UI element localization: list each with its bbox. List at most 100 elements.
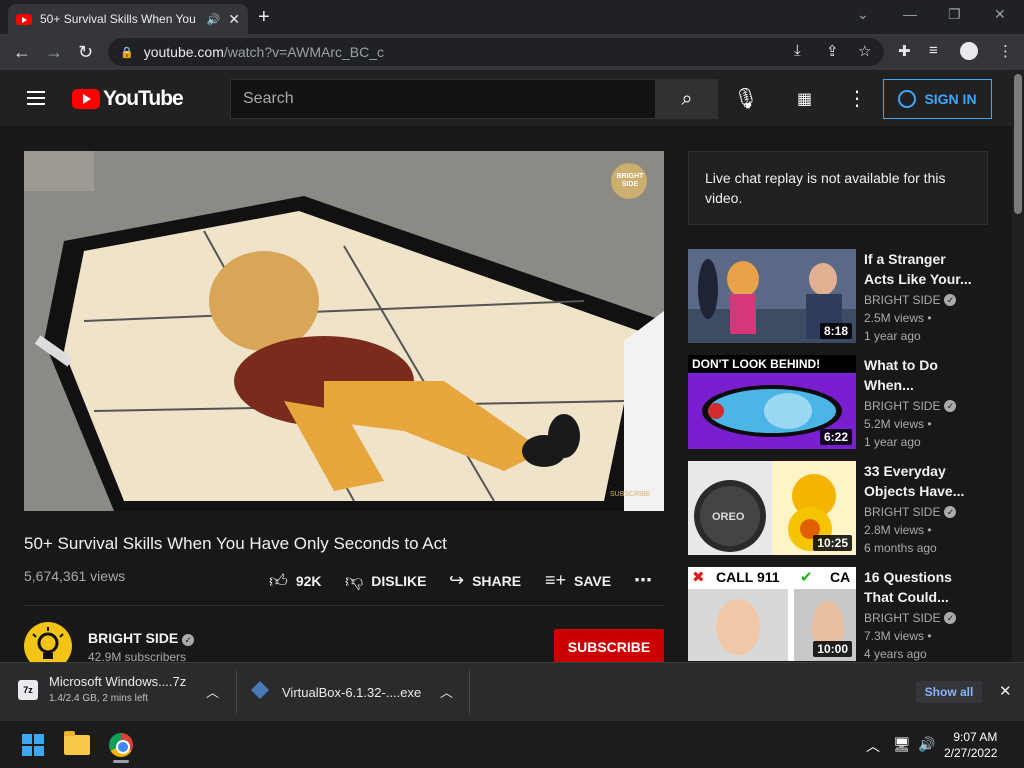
reload-icon[interactable]: ↻	[78, 42, 93, 63]
profile-avatar-icon[interactable]	[960, 42, 978, 60]
active-app-indicator	[113, 760, 129, 763]
thumbs-down-icon: 👎︎	[345, 571, 364, 591]
chrome-menu-icon[interactable]: ⋮	[998, 42, 1013, 60]
recommendation-age: 4 years ago	[864, 647, 927, 661]
channel-name[interactable]: BRIGHT SIDE ✓	[88, 630, 195, 646]
volume-icon[interactable]: 🔊	[918, 736, 935, 753]
download-filename: VirtualBox-6.1.32-....exe	[282, 685, 422, 700]
search-input[interactable]: Search	[230, 79, 656, 119]
recommendation-age: 1 year ago	[864, 435, 921, 449]
download-separator	[236, 670, 237, 714]
video-thumbnail[interactable]: ✖ CALL 911 ✔ CA 10:00	[688, 567, 856, 661]
video-player[interactable]: BRIGHT SIDE SUBSCRIBE	[24, 151, 664, 511]
install-icon[interactable]: ⤓	[794, 42, 801, 59]
thumbnail-caption: OREO	[712, 511, 745, 523]
minimize-icon[interactable]: —	[903, 6, 917, 22]
recommendation-item[interactable]: OREO 10:25 33 Everyday Objects Have... B…	[688, 461, 988, 557]
dislike-label: DISLIKE	[371, 573, 427, 589]
video-frame	[24, 151, 664, 511]
extensions-icon[interactable]: ✚	[898, 42, 911, 60]
audio-playing-icon[interactable]: 🔊	[207, 13, 221, 26]
subscribe-button[interactable]: SUBSCRIBE	[554, 629, 664, 665]
search-icon: ⌕	[681, 87, 693, 110]
archive-file-icon: 7z	[18, 680, 38, 700]
recommendation-item[interactable]: DON'T LOOK BEHIND! 6:22 What to Do When.…	[688, 355, 988, 451]
video-thumbnail[interactable]: OREO 10:25	[688, 461, 856, 555]
forward-icon[interactable]: →	[45, 42, 63, 63]
download-item[interactable]: VirtualBox-6.1.32-....exe ︿	[250, 672, 462, 712]
duration-badge: 6:22	[819, 429, 852, 445]
chevron-up-icon[interactable]: ︿	[440, 682, 453, 701]
recommendation-channel[interactable]: BRIGHT SIDE ✓	[864, 611, 957, 625]
recommendation-title[interactable]: If a Stranger Acts Like Your...	[864, 249, 974, 289]
windows-start-icon[interactable]	[22, 734, 44, 756]
live-chat-notice: Live chat replay is not available for th…	[688, 151, 988, 225]
recommendation-channel-name: BRIGHT SIDE	[864, 611, 941, 625]
video-thumbnail[interactable]: 8:18	[688, 249, 856, 343]
close-download-bar-icon[interactable]: ✕	[999, 682, 1012, 700]
new-tab-button[interactable]: +	[258, 6, 270, 29]
system-clock[interactable]: 9:07 AM 2/27/2022	[944, 729, 997, 761]
save-button[interactable]: ≡+ SAVE	[545, 570, 611, 591]
user-icon	[898, 90, 917, 108]
like-count: 92K	[295, 573, 322, 589]
show-hidden-icons-chevron-icon[interactable]: ︿	[866, 736, 880, 756]
more-actions-icon[interactable]: ⋯	[634, 570, 652, 591]
recommendation-channel-name: BRIGHT SIDE	[864, 293, 941, 307]
recommendation-item[interactable]: ✖ CALL 911 ✔ CA 10:00 16 Questions That …	[688, 567, 988, 663]
view-count: 5,674,361 views	[24, 568, 126, 584]
media-control-icon[interactable]: ≡	[929, 42, 938, 59]
recommendation-age: 1 year ago	[864, 329, 921, 343]
recommendation-age: 6 months ago	[864, 541, 937, 555]
tab-title: 50+ Survival Skills When You	[40, 12, 196, 26]
thumbs-up-icon: 👍︎	[269, 571, 288, 591]
x-mark-icon: ✖	[692, 569, 705, 586]
share-button[interactable]: ↪ SHARE	[449, 570, 521, 591]
address-bar[interactable]: 🔒 youtube.com /watch?v=AWMArc_BC_c	[108, 38, 884, 66]
search-button[interactable]: ⌕	[656, 79, 718, 119]
close-window-icon[interactable]: ✕	[994, 6, 1006, 23]
duration-badge: 10:25	[813, 535, 852, 551]
tab-close-icon[interactable]: ✕	[228, 11, 240, 28]
bookmark-star-icon[interactable]: ☆	[858, 42, 871, 60]
recommendation-title[interactable]: 16 Questions That Could...	[864, 567, 974, 607]
share-arrow-icon: ↪	[449, 570, 465, 590]
dislike-button[interactable]: 👎︎ DISLIKE	[345, 570, 427, 592]
recommendation-channel[interactable]: BRIGHT SIDE ✓	[864, 293, 957, 307]
download-separator	[469, 670, 470, 714]
network-icon[interactable]: 🖥	[893, 736, 911, 753]
show-all-downloads-button[interactable]: Show all	[916, 681, 982, 703]
share-label: SHARE	[472, 572, 522, 589]
video-thumbnail[interactable]: DON'T LOOK BEHIND! 6:22	[688, 355, 856, 449]
browser-tab[interactable]: 50+ Survival Skills When You 🔊 ✕	[8, 4, 248, 34]
chevron-up-icon[interactable]: ︿	[206, 682, 219, 701]
apps-grid-icon[interactable]: ▦	[797, 89, 812, 109]
recommendation-title[interactable]: What to Do When...	[864, 355, 974, 395]
share-icon[interactable]: ⇪	[826, 42, 839, 60]
like-button[interactable]: 👍︎ 92K	[269, 570, 322, 592]
hamburger-menu-icon[interactable]	[27, 91, 45, 105]
recommendation-channel[interactable]: BRIGHT SIDE ✓	[864, 505, 957, 519]
restore-icon[interactable]: ❐	[948, 6, 961, 23]
recommendation-channel-name: BRIGHT SIDE	[864, 399, 941, 413]
sign-in-button[interactable]: SIGN IN	[883, 79, 992, 119]
youtube-logo-icon[interactable]	[72, 89, 100, 109]
tab-search-icon[interactable]: ⌄	[857, 6, 869, 23]
clock-date: 2/27/2022	[944, 746, 998, 760]
recommendation-views: 5.2M views •	[864, 417, 932, 431]
recommendation-title[interactable]: 33 Everyday Objects Have...	[864, 461, 974, 501]
video-title: 50+ Survival Skills When You Have Only S…	[24, 534, 447, 553]
recommendation-channel[interactable]: BRIGHT SIDE ✓	[864, 399, 957, 413]
scrollbar-thumb[interactable]	[1014, 74, 1022, 214]
subscribe-watermark: SUBSCRIBE	[610, 491, 651, 498]
settings-more-icon[interactable]: ⋮	[847, 86, 867, 111]
lock-icon: 🔒	[120, 46, 134, 59]
youtube-logo-text[interactable]: YouTube	[103, 87, 184, 111]
download-status: 1.4/2.4 GB, 2 mins left	[49, 693, 148, 704]
chrome-icon[interactable]	[109, 733, 133, 757]
voice-search-button[interactable]: 🎙	[730, 83, 762, 115]
file-explorer-icon[interactable]	[64, 731, 90, 755]
download-item[interactable]: 7z Microsoft Windows....7z 1.4/2.4 GB, 2…	[18, 672, 228, 712]
recommendation-item[interactable]: 8:18 If a Stranger Acts Like Your... BRI…	[688, 249, 988, 345]
back-icon[interactable]: ←	[13, 42, 31, 63]
